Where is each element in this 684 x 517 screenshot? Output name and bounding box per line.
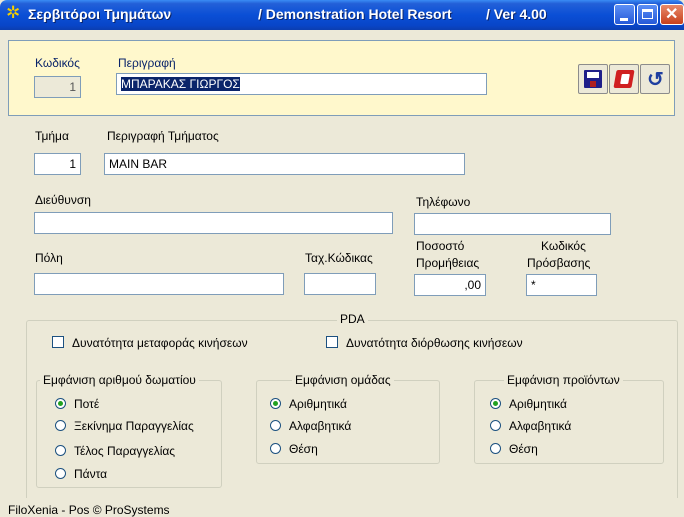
undo-icon: ↺ — [647, 69, 664, 91]
group-option-position[interactable]: Θέση — [270, 441, 318, 457]
eraser-icon — [613, 70, 635, 88]
phone-label: Τηλέφωνο — [416, 195, 471, 209]
zip-field[interactable] — [304, 273, 376, 295]
product-display-title: Εμφάνιση προϊόντων — [504, 373, 623, 387]
access-code-field[interactable]: * — [526, 274, 597, 296]
city-field[interactable] — [34, 273, 284, 295]
room-display-title: Εμφάνιση αριθμού δωματίου — [40, 373, 199, 387]
department-field[interactable]: 1 — [34, 153, 81, 175]
undo-button[interactable]: ↺ — [640, 64, 670, 94]
department-description-label: Περιγραφή Τμήματος — [107, 129, 219, 143]
code-field[interactable]: 1 — [34, 76, 81, 98]
product-option-alphabetic[interactable]: Αλφαβητικά — [490, 418, 571, 434]
pda-title: PDA — [337, 312, 368, 326]
room-option-never[interactable]: Ποτέ — [55, 396, 99, 412]
description-label: Περιγραφή — [118, 56, 176, 70]
address-field[interactable] — [34, 212, 393, 234]
group-display-title: Εμφάνιση ομάδας — [292, 373, 394, 387]
group-option-alphabetic[interactable]: Αλφαβητικά — [270, 418, 351, 434]
save-button[interactable] — [578, 64, 608, 94]
checkbox-icon — [52, 336, 64, 348]
radio-selected-icon — [270, 398, 281, 409]
access-code-label-line2: Πρόσβασης — [527, 256, 591, 270]
access-code-label-line1: Κωδικός — [541, 239, 586, 253]
phone-field[interactable] — [414, 213, 611, 235]
close-button[interactable]: ✕ — [660, 4, 684, 25]
title-bar[interactable]: ✲ Σερβιτόροι Τμημάτων / Demonstration Ho… — [0, 0, 684, 30]
window-title: Σερβιτόροι Τμημάτων — [28, 6, 172, 22]
description-field[interactable]: ΜΠΑΡΑΚΑΣ ΓΙΩΡΓΟΣ — [116, 73, 487, 95]
code-label: Κωδικός — [35, 56, 80, 70]
radio-selected-icon — [490, 398, 501, 409]
hotel-name: / Demonstration Hotel Resort — [258, 6, 452, 22]
transfer-moves-checkbox[interactable]: Δυνατότητα μεταφοράς κινήσεων — [52, 335, 248, 351]
radio-icon — [270, 443, 281, 454]
status-bar-text: FiloXenia - Pos © ProSystems — [8, 503, 170, 517]
checkbox-icon — [326, 336, 338, 348]
minimize-icon — [620, 18, 628, 21]
radio-icon — [55, 468, 66, 479]
city-label: Πόλη — [35, 251, 63, 265]
commission-field[interactable]: ,00 — [414, 274, 486, 296]
app-star-icon: ✲ — [6, 3, 21, 22]
correct-moves-checkbox[interactable]: Δυνατότητα διόρθωσης κινήσεων — [326, 335, 523, 351]
radio-icon — [270, 420, 281, 431]
maximize-button[interactable] — [637, 4, 658, 25]
department-label: Τμήμα — [35, 129, 69, 143]
radio-icon — [55, 445, 66, 456]
product-option-numeric[interactable]: Αριθμητικά — [490, 396, 567, 412]
maximize-icon — [642, 9, 653, 19]
commission-label-line2: Προμήθειας — [416, 256, 480, 270]
delete-button[interactable] — [609, 64, 639, 94]
address-label: Διεύθυνση — [35, 193, 91, 207]
room-option-order-end[interactable]: Τέλος Παραγγελίας — [55, 443, 175, 459]
radio-icon — [490, 443, 501, 454]
zip-label: Ταχ.Κώδικας — [305, 251, 373, 265]
close-icon: ✕ — [665, 6, 679, 23]
room-option-order-start[interactable]: Ξεκίνημα Παραγγελίας — [55, 418, 194, 434]
radio-icon — [490, 420, 501, 431]
product-option-position[interactable]: Θέση — [490, 441, 538, 457]
commission-label-line1: Ποσοστό — [416, 239, 465, 253]
group-option-numeric[interactable]: Αριθμητικά — [270, 396, 347, 412]
room-option-always[interactable]: Πάντα — [55, 466, 107, 482]
version-label: / Ver 4.00 — [486, 6, 547, 22]
radio-icon — [55, 420, 66, 431]
department-description-field[interactable]: MAIN BAR — [104, 153, 465, 175]
floppy-disk-icon — [584, 70, 602, 88]
radio-selected-icon — [55, 398, 66, 409]
minimize-button[interactable] — [614, 4, 635, 25]
